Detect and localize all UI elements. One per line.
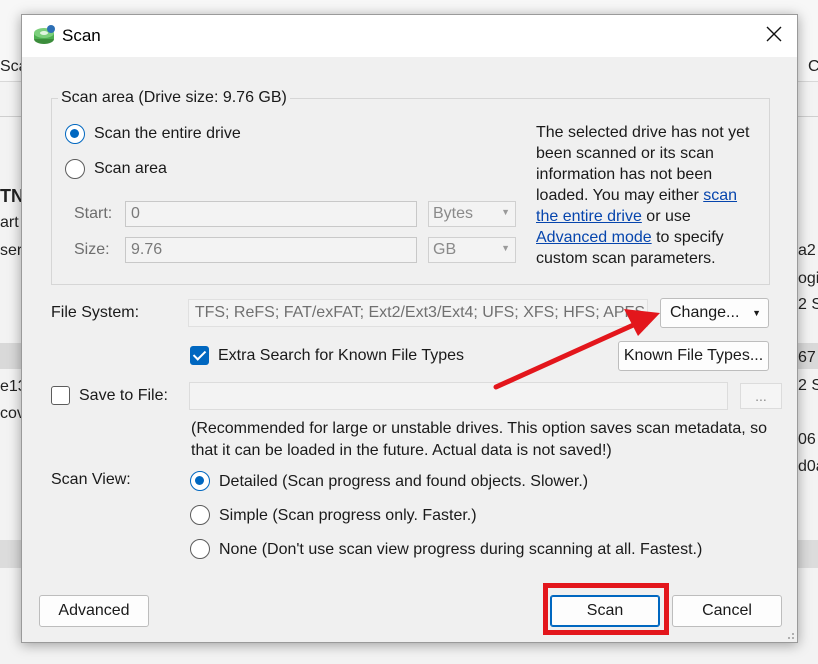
chevron-down-icon: ▼ [501, 207, 510, 217]
bg-text-fragment: ogi [798, 270, 818, 287]
save-to-file-input[interactable] [189, 382, 728, 410]
known-file-types-button[interactable]: Known File Types... [618, 341, 769, 371]
scan-entire-drive-label[interactable]: Scan the entire drive [94, 125, 241, 143]
scan-entire-drive-radio[interactable] [65, 124, 85, 144]
scan-dialog: Scan Scan area (Drive size: 9.76 GB) Sca… [21, 14, 798, 643]
dialog-titlebar[interactable]: Scan [22, 15, 797, 57]
size-unit-value: GB [433, 241, 457, 258]
size-label: Size: [74, 241, 110, 258]
bg-text-fragment: a2 [798, 242, 816, 259]
file-system-field: TFS; ReFS; FAT/exFAT; Ext2/Ext3/Ext4; UF… [188, 299, 648, 327]
scan-view-detailed-radio[interactable] [190, 471, 210, 491]
scan-info-text: The selected drive has not yet been scan… [536, 122, 761, 269]
advanced-mode-link[interactable]: Advanced mode [536, 229, 652, 246]
scan-view-simple-radio[interactable] [190, 505, 210, 525]
disk-scan-icon [33, 24, 57, 46]
bg-text-fragment: art [0, 214, 19, 231]
advanced-button[interactable]: Advanced [39, 595, 149, 627]
chevron-down-icon: ▼ [501, 243, 510, 253]
bg-text-fragment: 2 S [798, 296, 818, 313]
file-system-label: File System: [51, 304, 140, 321]
file-system-value: TFS; ReFS; FAT/exFAT; Ext2/Ext3/Ext4; UF… [194, 304, 645, 321]
bg-text-fragment: d0a [798, 458, 818, 475]
start-unit-value: Bytes [433, 205, 474, 222]
close-icon [766, 26, 782, 47]
bg-text-fragment: 06 [798, 431, 816, 448]
scan-view-label: Scan View: [51, 471, 131, 488]
change-file-system-button[interactable]: Change... ▼ [660, 298, 769, 328]
scan-view-simple-label[interactable]: Simple (Scan progress only. Faster.) [219, 507, 477, 525]
scan-view-none-label[interactable]: None (Don't use scan view progress durin… [219, 541, 702, 559]
chevron-down-icon: ▼ [752, 308, 761, 318]
start-unit-select[interactable]: Bytes ▼ [428, 201, 516, 227]
start-label: Start: [74, 205, 113, 222]
size-unit-select[interactable]: GB ▼ [428, 237, 516, 263]
bg-text-fragment: ser [0, 242, 23, 259]
save-to-file-label[interactable]: Save to File: [79, 387, 168, 405]
start-input[interactable]: 0 [125, 201, 417, 227]
bg-toolbar-label: C [808, 58, 818, 75]
bg-text-fragment: 67 [798, 349, 816, 366]
scan-view-none-radio[interactable] [190, 539, 210, 559]
size-input[interactable]: 9.76 [125, 237, 417, 263]
extra-search-checkbox[interactable] [190, 346, 209, 365]
cancel-button[interactable]: Cancel [672, 595, 782, 627]
browse-button[interactable]: ... [740, 383, 782, 409]
scan-area-label[interactable]: Scan area [94, 160, 167, 178]
scan-view-detailed-label[interactable]: Detailed (Scan progress and found object… [219, 473, 588, 491]
scan-area-group-label: Scan area (Drive size: 9.76 GB) [58, 89, 290, 107]
scan-area-radio[interactable] [65, 159, 85, 179]
save-to-file-note: (Recommended for large or unstable drive… [191, 420, 767, 459]
extra-search-label[interactable]: Extra Search for Known File Types [218, 347, 464, 365]
close-button[interactable] [751, 15, 797, 57]
change-button-label: Change... [670, 304, 740, 321]
scan-info-part2: or use [641, 208, 691, 225]
scan-button-highlight [543, 583, 669, 635]
save-to-file-checkbox[interactable] [51, 386, 70, 405]
bg-text-fragment: 2 S [798, 377, 818, 394]
dialog-title: Scan [62, 26, 101, 45]
resize-grip-icon[interactable] [783, 628, 795, 640]
